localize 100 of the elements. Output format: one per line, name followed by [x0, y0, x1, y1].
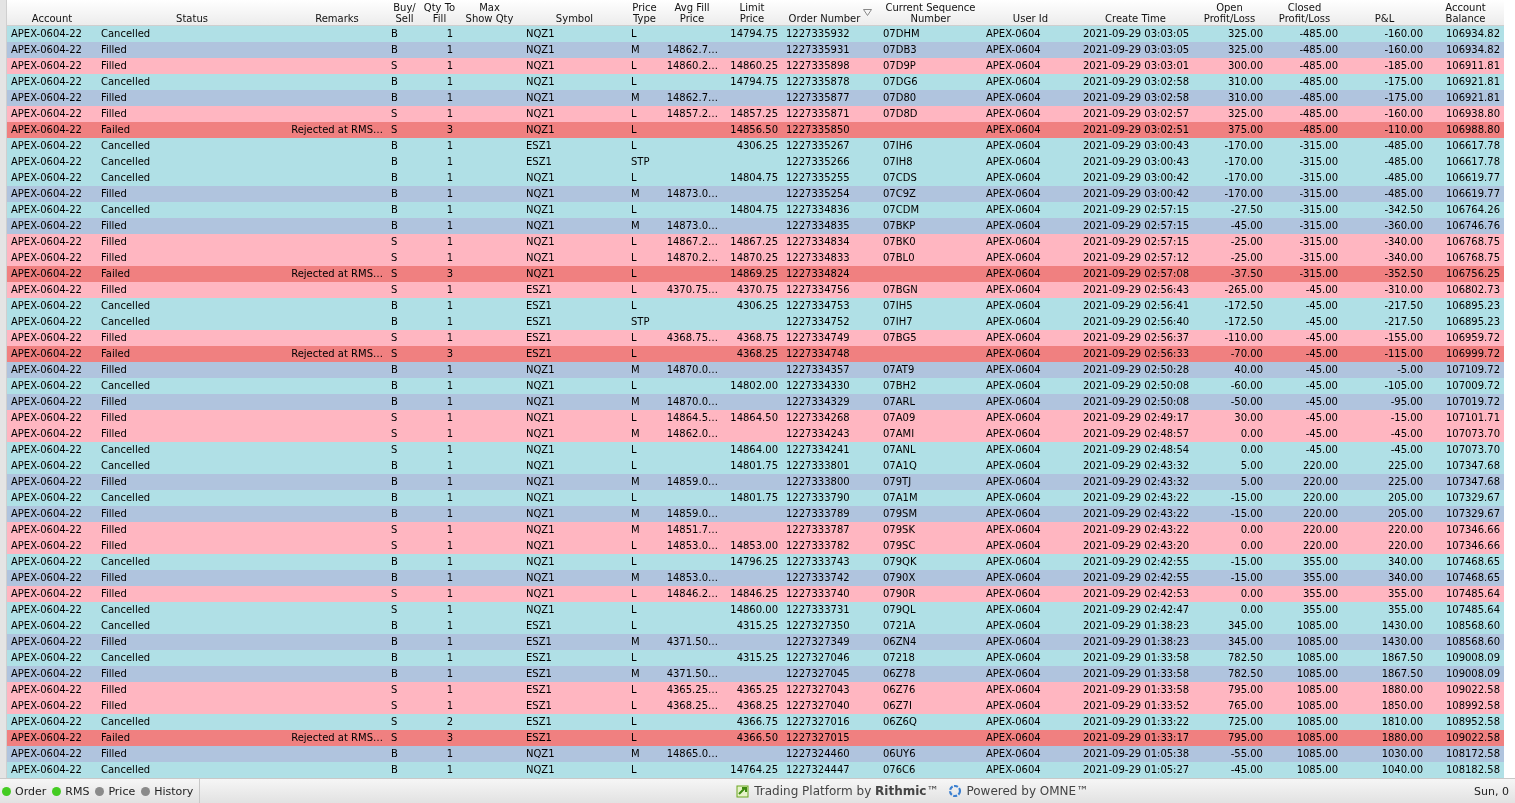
table-row[interactable]: APEX-0604-22 Filled B 1 ESZ1 M 4371.50… 1227327349 06ZN4 APEX-0604 2021-09-29 01:38:23 345.00 1085.00 1430.00 108568.60 [7, 634, 1504, 650]
column-header[interactable]: Avg Fill Price [674, 2, 710, 24]
table-row[interactable]: APEX-0604-22 Cancelled B 1 NQZ1 L 14802.00 1227334330 07BH2 APEX-0604 2021-09-29 02:50:08 -60.00 -45.00 -105.00 107009.72 [7, 378, 1504, 394]
table-cell: 2021-09-29 03:00:42 [1083, 172, 1190, 183]
table-row[interactable]: APEX-0604-22 Filled S 1 NQZ1 L 14857.2… 14857.25 1227335871 07D8D APEX-0604 2021-09-29 03:02:57 325.00 -485.00 -160.00 106938.80 [7, 106, 1504, 122]
table-row[interactable]: APEX-0604-22 Cancelled B 1 NQZ1 L 14794.75 1227335878 07DG6 APEX-0604 2021-09-29 03:02:58 310.00 -485.00 -175.00 106921.81 [7, 74, 1504, 90]
table-row[interactable]: APEX-0604-22 Filled S 1 NQZ1 M 14851.7… 1227333787 079SK APEX-0604 2021-09-29 02:43:22 0.00 220.00 220.00 107346.66 [7, 522, 1504, 538]
table-row[interactable]: APEX-0604-22 Cancelled B 1 NQZ1 L 14796.25 1227333743 079QK APEX-0604 2021-09-29 02:42:55 -15.00 355.00 340.00 107468.65 [7, 554, 1504, 570]
table-row[interactable]: APEX-0604-22 Filled S 1 NQZ1 L 14864.5… 14864.50 1227334268 07A09 APEX-0604 2021-09-29 02:49:17 30.00 -45.00 -15.00 107101.71 [7, 410, 1504, 426]
sort-icon[interactable] [863, 8, 873, 16]
column-header[interactable]: Max Show Qty [465, 2, 514, 24]
table-row[interactable]: APEX-0604-22 Failed Rejected at RMS… S 3 NQZ1 L 14869.25 1227334824 APEX-0604 2021-09-29 02:57:08 -37.50 -315.00 -352.50 106756.25 [7, 266, 1504, 282]
column-header[interactable]: Open Profit/Loss [1203, 2, 1256, 24]
table-cell: APEX-0604-22 [11, 748, 82, 759]
table-row[interactable]: APEX-0604-22 Cancelled B 1 ESZ1 L 4306.25 1227334753 07IH5 APEX-0604 2021-09-29 02:56:41 -172.50 -45.00 -217.50 106895.23 [7, 298, 1504, 314]
table-row[interactable]: APEX-0604-22 Cancelled B 1 ESZ1 STP 1227335266 07IH8 APEX-0604 2021-09-29 03:00:43 -170.00 -315.00 -485.00 106617.78 [7, 154, 1504, 170]
table-cell: 1227333801 [786, 460, 850, 471]
table-cell: 1227334756 [786, 284, 850, 295]
table-row[interactable]: APEX-0604-22 Cancelled B 1 ESZ1 STP 1227334752 07IH7 APEX-0604 2021-09-29 02:56:40 -172.50 -45.00 -217.50 106895.23 [7, 314, 1504, 330]
column-header[interactable]: Order Number [788, 13, 861, 24]
column-header[interactable]: Price Type [632, 2, 657, 24]
column-header[interactable]: P&L [1374, 13, 1395, 24]
table-row[interactable]: APEX-0604-22 Filled S 1 NQZ1 L 14860.2… 14860.25 1227335898 07D9P APEX-0604 2021-09-29 03:03:01 300.00 -485.00 -185.00 106911.81 [7, 58, 1504, 74]
column-header[interactable]: Account [31, 13, 73, 24]
table-cell: 4306.25 [736, 140, 778, 151]
table-cell: Cancelled [101, 716, 151, 727]
table-row[interactable]: APEX-0604-22 Filled S 1 NQZ1 L 14846.2… 14846.25 1227333740 0790R APEX-0604 2021-09-29 02:42:53 0.00 355.00 355.00 107485.64 [7, 586, 1504, 602]
table-row[interactable]: APEX-0604-22 Filled S 1 ESZ1 L 4368.75… 4368.75 1227334749 07BG5 APEX-0604 2021-09-29 02:56:37 -110.00 -45.00 -155.00 106959.72 [7, 330, 1504, 346]
table-cell: S [391, 716, 398, 727]
table-row[interactable]: APEX-0604-22 Filled B 1 ESZ1 M 4371.50… 1227327045 06Z78 APEX-0604 2021-09-29 01:33:58 782.50 1085.00 1867.50 109008.09 [7, 666, 1504, 682]
table-cell: -485.00 [1299, 76, 1338, 87]
table-row[interactable]: APEX-0604-22 Filled S 1 ESZ1 L 4370.75… 4370.75 1227334756 07BGN APEX-0604 2021-09-29 02:56:43 -265.00 -45.00 -310.00 106802.73 [7, 282, 1504, 298]
table-cell: L [631, 284, 637, 295]
table-row[interactable]: APEX-0604-22 Filled B 1 NQZ1 M 14873.0… 1227334835 07BKP APEX-0604 2021-09-29 02:57:15 -45.00 -315.00 -360.00 106746.76 [7, 218, 1504, 234]
table-cell: Filled [101, 364, 127, 375]
table-row[interactable]: APEX-0604-22 Cancelled B 1 ESZ1 L 4315.25 1227327350 0721A APEX-0604 2021-09-29 01:38:23 345.00 1085.00 1430.00 108568.60 [7, 618, 1504, 634]
column-header[interactable]: Status [176, 13, 208, 24]
table-cell: 1 [446, 412, 453, 423]
table-cell: APEX-0604 [986, 748, 1041, 759]
table-row[interactable]: APEX-0604-22 Filled S 1 ESZ1 L 4365.25… 4365.25 1227327043 06Z76 APEX-0604 2021-09-29 01:33:58 795.00 1085.00 1880.00 109022.58 [7, 682, 1504, 698]
table-row[interactable]: APEX-0604-22 Failed Rejected at RMS… S 3 NQZ1 L 14856.50 1227335850 APEX-0604 2021-09-29 03:02:51 375.00 -485.00 -110.00 106988.80 [7, 122, 1504, 138]
table-row[interactable]: APEX-0604-22 Filled S 1 ESZ1 L 4368.25… 4368.25 1227327040 06Z7I APEX-0604 2021-09-29 01:33:52 765.00 1085.00 1850.00 108992.58 [7, 698, 1504, 714]
table-cell: 2021-09-29 02:43:22 [1083, 492, 1190, 503]
table-row[interactable]: APEX-0604-22 Cancelled B 1 NQZ1 L 14794.75 1227335932 07DHM APEX-0604 2021-09-29 03:03:05 325.00 -485.00 -160.00 106934.82 [7, 26, 1504, 42]
table-cell: Filled [101, 396, 127, 407]
table-row[interactable]: APEX-0604-22 Filled B 1 NQZ1 M 14853.0… 1227333742 0790X APEX-0604 2021-09-29 02:42:55 -15.00 355.00 340.00 107468.65 [7, 570, 1504, 586]
table-cell: Cancelled [101, 604, 151, 615]
table-cell: -485.00 [1384, 172, 1423, 183]
table-row[interactable]: APEX-0604-22 Cancelled S 2 ESZ1 L 4366.75 1227327016 06Z6Q APEX-0604 2021-09-29 01:33:22 725.00 1085.00 1810.00 108952.58 [7, 714, 1504, 730]
table-row[interactable]: APEX-0604-22 Cancelled B 1 NQZ1 L 14804.75 1227335255 07CDS APEX-0604 2021-09-29 03:00:42 -170.00 -315.00 -485.00 106619.77 [7, 170, 1504, 186]
column-header[interactable]: Current Sequence Number [885, 2, 976, 24]
table-row[interactable]: APEX-0604-22 Filled B 1 NQZ1 M 14870.0… 1227334329 07ARL APEX-0604 2021-09-29 02:50:08 -50.00 -45.00 -95.00 107019.72 [7, 394, 1504, 410]
column-header[interactable]: Limit Price [739, 2, 765, 24]
table-cell: B [391, 204, 398, 215]
table-cell: L [631, 540, 637, 551]
column-header[interactable]: Qty To Fill [423, 2, 456, 24]
table-row[interactable]: APEX-0604-22 Cancelled S 1 NQZ1 L 14860.00 1227333731 079QL APEX-0604 2021-09-29 02:42:47 0.00 355.00 355.00 107485.64 [7, 602, 1504, 618]
table-cell: -45.00 [1305, 300, 1338, 311]
table-row[interactable]: APEX-0604-22 Filled B 1 NQZ1 M 14873.0… 1227335254 07C9Z APEX-0604 2021-09-29 03:00:42 -170.00 -315.00 -485.00 106619.77 [7, 186, 1504, 202]
table-cell: 1 [446, 620, 453, 631]
table-cell: APEX-0604 [986, 332, 1041, 343]
table-cell: APEX-0604 [986, 108, 1041, 119]
table-row[interactable]: APEX-0604-22 Filled B 1 NQZ1 M 14865.0… 1227324460 06UY6 APEX-0604 2021-09-29 01:05:38 -55.00 1085.00 1030.00 108172.58 [7, 746, 1504, 762]
column-header[interactable]: Account Balance [1445, 2, 1486, 24]
column-header[interactable]: Symbol [555, 13, 594, 24]
table-row[interactable]: APEX-0604-22 Failed Rejected at RMS… S 3 ESZ1 L 4366.50 1227327015 APEX-0604 2021-09-29 01:33:17 795.00 1085.00 1880.00 109022.58 [7, 730, 1504, 746]
table-cell: APEX-0604 [986, 284, 1041, 295]
column-header[interactable]: Buy/ Sell [393, 2, 416, 24]
table-row[interactable]: APEX-0604-22 Cancelled S 1 NQZ1 L 14864.00 1227334241 07ANL APEX-0604 2021-09-29 02:48:54 0.00 -45.00 -45.00 107073.70 [7, 442, 1504, 458]
column-header[interactable]: Closed Profit/Loss [1278, 2, 1331, 24]
table-cell: 2021-09-29 02:56:37 [1083, 332, 1190, 343]
table-row[interactable]: APEX-0604-22 Filled B 1 NQZ1 M 14859.0… 1227333789 079SM APEX-0604 2021-09-29 02:43:22 -15.00 220.00 205.00 107329.67 [7, 506, 1504, 522]
table-cell: B [391, 572, 398, 583]
table-row[interactable]: APEX-0604-22 Cancelled B 1 NQZ1 L 14801.75 1227333790 07A1M APEX-0604 2021-09-29 02:43:22 -15.00 220.00 205.00 107329.67 [7, 490, 1504, 506]
table-row[interactable]: APEX-0604-22 Failed Rejected at RMS… S 3 ESZ1 L 4368.25 1227334748 APEX-0604 2021-09-29 02:56:33 -70.00 -45.00 -115.00 106999.72 [7, 346, 1504, 362]
column-header[interactable]: Remarks [315, 13, 359, 24]
table-cell: 107019.72 [1445, 396, 1500, 407]
table-row[interactable]: APEX-0604-22 Filled S 1 NQZ1 L 14870.2… 14870.25 1227334833 07BL0 APEX-0604 2021-09-29 02:57:12 -25.00 -315.00 -340.00 106768.75 [7, 250, 1504, 266]
table-cell: 1227327015 [786, 732, 850, 743]
table-row[interactable]: APEX-0604-22 Cancelled B 1 NQZ1 L 14801.75 1227333801 07A1Q APEX-0604 2021-09-29 02:43:32 5.00 220.00 225.00 107347.68 [7, 458, 1504, 474]
table-cell: 1 [446, 364, 453, 375]
table-row[interactable]: APEX-0604-22 Filled B 1 NQZ1 M 14859.0… 1227333800 079TJ APEX-0604 2021-09-29 02:43:32 5.00 220.00 225.00 107347.68 [7, 474, 1504, 490]
table-row[interactable]: APEX-0604-22 Cancelled B 1 NQZ1 L 14804.75 1227334836 07CDM APEX-0604 2021-09-29 02:57:15 -27.50 -315.00 -342.50 106764.26 [7, 202, 1504, 218]
table-cell: 14801.75 [730, 460, 778, 471]
table-row[interactable]: APEX-0604-22 Cancelled B 1 ESZ1 L 4306.25 1227335267 07IH6 APEX-0604 2021-09-29 03:00:43 -170.00 -315.00 -485.00 106617.78 [7, 138, 1504, 154]
table-cell: APEX-0604-22 [11, 156, 82, 167]
table-row[interactable]: APEX-0604-22 Filled B 1 NQZ1 M 14870.0… 1227334357 07AT9 APEX-0604 2021-09-29 02:50:28 40.00 -45.00 -5.00 107109.72 [7, 362, 1504, 378]
table-cell: -95.00 [1390, 396, 1423, 407]
table-row[interactable]: APEX-0604-22 Filled S 1 NQZ1 L 14853.0… 14853.00 1227333782 079SC APEX-0604 2021-09-29 02:43:20 0.00 220.00 220.00 107346.66 [7, 538, 1504, 554]
table-row[interactable]: APEX-0604-22 Cancelled B 1 ESZ1 L 4315.25 1227327046 07218 APEX-0604 2021-09-29 01:33:58 782.50 1085.00 1867.50 109008.09 [7, 650, 1504, 666]
table-cell: 4368.25 [736, 700, 778, 711]
table-row[interactable]: APEX-0604-22 Filled S 1 NQZ1 L 14867.2… 14867.25 1227334834 07BK0 APEX-0604 2021-09-29 02:57:15 -25.00 -315.00 -340.00 106768.75 [7, 234, 1504, 250]
table-cell: 07C9Z [883, 188, 916, 199]
table-row[interactable]: APEX-0604-22 Filled B 1 NQZ1 M 14862.7… 1227335877 07D80 APEX-0604 2021-09-29 03:02:58 310.00 -485.00 -175.00 106921.81 [7, 90, 1504, 106]
table-row[interactable]: APEX-0604-22 Filled S 1 NQZ1 M 14862.0… 1227334243 07AMI APEX-0604 2021-09-29 02:48:57 0.00 -45.00 -45.00 107073.70 [7, 426, 1504, 442]
column-header[interactable]: User Id [1012, 13, 1049, 24]
table-row[interactable]: APEX-0604-22 Cancelled B 1 NQZ1 L 14764.25 1227324447 076C6 APEX-0604 2021-09-29 01:05:27 -45.00 1085.00 1040.00 108182.58 [7, 762, 1504, 778]
table-row[interactable]: APEX-0604-22 Filled B 1 NQZ1 M 14862.7… 1227335931 07DB3 APEX-0604 2021-09-29 03:03:05 325.00 -485.00 -160.00 106934.82 [7, 42, 1504, 58]
column-header[interactable]: Create Time [1105, 13, 1166, 24]
table-cell: 325.00 [1228, 28, 1263, 39]
